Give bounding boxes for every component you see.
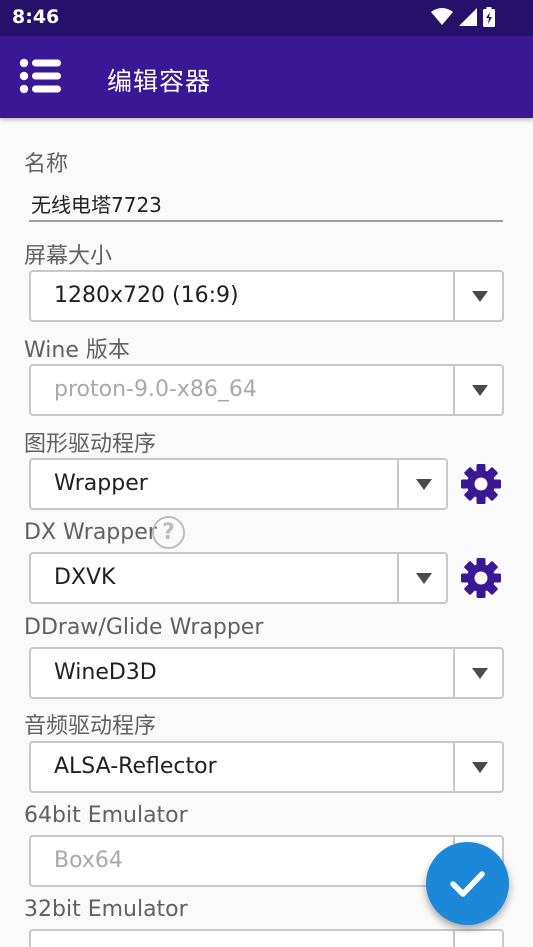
dropdown-divider: [453, 366, 455, 414]
audio-driver-label: 音频驱动程序: [24, 714, 157, 739]
dropdown-arrow-icon: [472, 762, 488, 773]
emulator-32bit-dropdown[interactable]: [29, 929, 504, 947]
dropdown-arrow-icon: [416, 573, 432, 584]
signal-icon: [459, 8, 477, 26]
emulator-32bit-label: 32bit Emulator: [24, 897, 188, 922]
dx-wrapper-dropdown[interactable]: DXVK: [29, 552, 448, 604]
check-icon: [450, 871, 485, 897]
menu-button[interactable]: [18, 56, 66, 98]
container-form: 名称 屏幕大小 1280x720 (16:9) Wine 版本 proton-9…: [0, 118, 533, 947]
screen-size-value: 1280x720 (16:9): [54, 283, 239, 308]
ddraw-wrapper-value: WineD3D: [54, 660, 157, 685]
dx-wrapper-settings-button[interactable]: [460, 557, 502, 599]
status-time: 8:46: [12, 6, 60, 28]
dropdown-divider: [453, 649, 455, 697]
screen-size-dropdown[interactable]: 1280x720 (16:9): [29, 270, 504, 322]
dropdown-divider: [453, 931, 455, 947]
gear-icon: [461, 558, 501, 598]
wifi-icon: [431, 8, 453, 25]
confirm-button[interactable]: [426, 842, 509, 925]
dx-wrapper-label: DX Wrapper: [24, 520, 157, 545]
menu-list-icon: [19, 58, 61, 94]
graphics-driver-value: Wrapper: [54, 471, 148, 496]
dropdown-divider: [397, 554, 399, 602]
audio-driver-value: ALSA-Reflector: [54, 754, 217, 779]
graphics-driver-label: 图形驱动程序: [24, 432, 157, 457]
dropdown-arrow-icon: [472, 385, 488, 396]
dropdown-divider: [453, 743, 455, 791]
ddraw-wrapper-dropdown[interactable]: WineD3D: [29, 647, 504, 699]
ddraw-wrapper-label: DDraw/Glide Wrapper: [24, 615, 264, 640]
name-label: 名称: [24, 152, 69, 177]
screen-size-label: 屏幕大小: [24, 244, 113, 269]
gear-icon: [461, 464, 501, 504]
graphics-driver-settings-button[interactable]: [460, 463, 502, 505]
dropdown-arrow-icon: [472, 291, 488, 302]
status-bar: 8:46: [0, 0, 533, 36]
dropdown-divider: [397, 460, 399, 508]
emulator-64bit-label: 64bit Emulator: [24, 803, 188, 828]
app-bar: 编辑容器: [0, 36, 533, 118]
help-circle-icon[interactable]: ?: [152, 516, 185, 549]
name-input[interactable]: [29, 184, 503, 222]
wine-version-value: proton-9.0-x86_64: [54, 377, 257, 402]
dx-wrapper-value: DXVK: [54, 565, 116, 590]
wine-version-dropdown[interactable]: proton-9.0-x86_64: [29, 364, 504, 416]
dropdown-divider: [453, 272, 455, 320]
dropdown-arrow-icon: [472, 668, 488, 679]
graphics-driver-dropdown[interactable]: Wrapper: [29, 458, 448, 510]
audio-driver-dropdown[interactable]: ALSA-Reflector: [29, 741, 504, 793]
dropdown-arrow-icon: [416, 479, 432, 490]
page-title: 编辑容器: [107, 67, 212, 96]
battery-icon: [483, 7, 495, 27]
wine-version-label: Wine 版本: [24, 338, 130, 363]
emulator-64bit-value: Box64: [54, 848, 123, 873]
status-icons: [431, 7, 495, 27]
